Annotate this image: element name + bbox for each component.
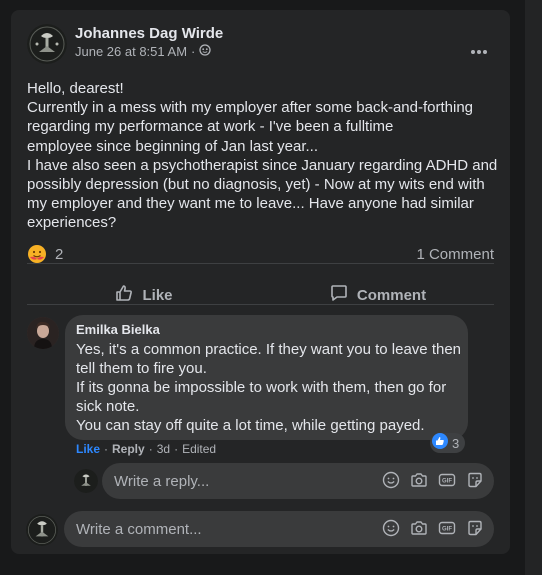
sticker-icon[interactable] [466,519,484,537]
comment-text: Yes, it's a common practice. If they wan… [76,341,462,434]
commenter-avatar[interactable] [27,317,59,349]
reply-input-icons: GIF [382,471,484,489]
comment-bubble: Emilka Bielka Yes, it's a common practic… [65,315,468,440]
commenter-name[interactable]: Emilka Bielka [76,322,160,337]
comment-input-box: GIF [64,511,494,547]
globe-icon [199,44,212,59]
svg-text:GIF: GIF [442,527,452,533]
post-body: Hello, dearest! Currently in a mess with… [27,80,498,232]
post-author-name[interactable]: Johannes Dag Wirde [75,25,223,42]
divider [27,304,494,305]
comment-age[interactable]: 3d [157,442,170,456]
gif-icon[interactable]: GIF [438,519,456,537]
comment-button[interactable]: Comment [261,274,494,316]
more-icon[interactable] [461,34,497,70]
reply-input[interactable] [114,463,364,499]
post-timestamp[interactable]: June 26 at 8:51 AM [75,44,187,59]
comment-like-link[interactable]: Like [76,442,100,456]
comment-label: Comment [356,286,427,304]
current-user-avatar[interactable] [26,514,58,546]
post-stats: 2 1 Comment [27,243,494,265]
camera-icon[interactable] [410,519,428,537]
dot: · [148,442,153,456]
dot: · [104,442,109,456]
emoji-icon[interactable] [382,471,400,489]
comment-count[interactable]: 1 Comment [416,246,494,263]
comment-input-icons: GIF [382,519,484,537]
comment-input[interactable] [76,511,326,547]
meta-separator: · [191,44,196,59]
comment-reactions[interactable]: 3 [430,432,466,454]
like-reaction-icon [432,432,448,454]
like-button[interactable]: Like [27,274,260,316]
divider [27,263,494,264]
post-meta: June 26 at 8:51 AM · [75,44,212,59]
author-avatar[interactable] [27,24,67,64]
hug-reaction-icon[interactable] [27,244,47,264]
comment-reaction-count: 3 [452,435,460,451]
post-header: Johannes Dag Wirde June 26 at 8:51 AM · [27,24,497,70]
reply-input-box: GIF [102,463,494,499]
post-actions: Like Comment [27,274,494,316]
comment-reply-link[interactable]: Reply [112,442,145,456]
sticker-icon[interactable] [466,471,484,489]
comment-actions: Like · Reply · 3d · Edited [76,442,216,456]
camera-icon[interactable] [410,471,428,489]
sidebar-strip [525,0,542,575]
reply-avatar[interactable] [74,469,98,493]
emoji-icon[interactable] [382,519,400,537]
gif-icon[interactable]: GIF [438,471,456,489]
reaction-count[interactable]: 2 [55,246,63,263]
dot: · [174,442,179,456]
like-label: Like [142,286,173,304]
svg-text:GIF: GIF [442,479,452,485]
comment-edited[interactable]: Edited [182,442,216,456]
